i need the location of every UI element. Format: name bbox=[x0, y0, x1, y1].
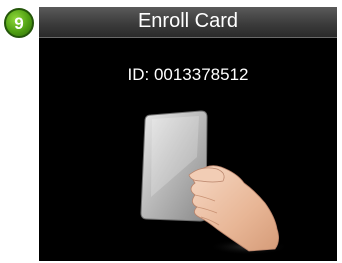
hand-icon bbox=[188, 165, 279, 252]
step-number-badge: 9 bbox=[4, 8, 34, 38]
device-screen: Enroll Card ID: 0013378512 bbox=[39, 7, 337, 261]
step-number: 9 bbox=[14, 14, 24, 33]
hand-holding-card-icon bbox=[140, 110, 289, 255]
